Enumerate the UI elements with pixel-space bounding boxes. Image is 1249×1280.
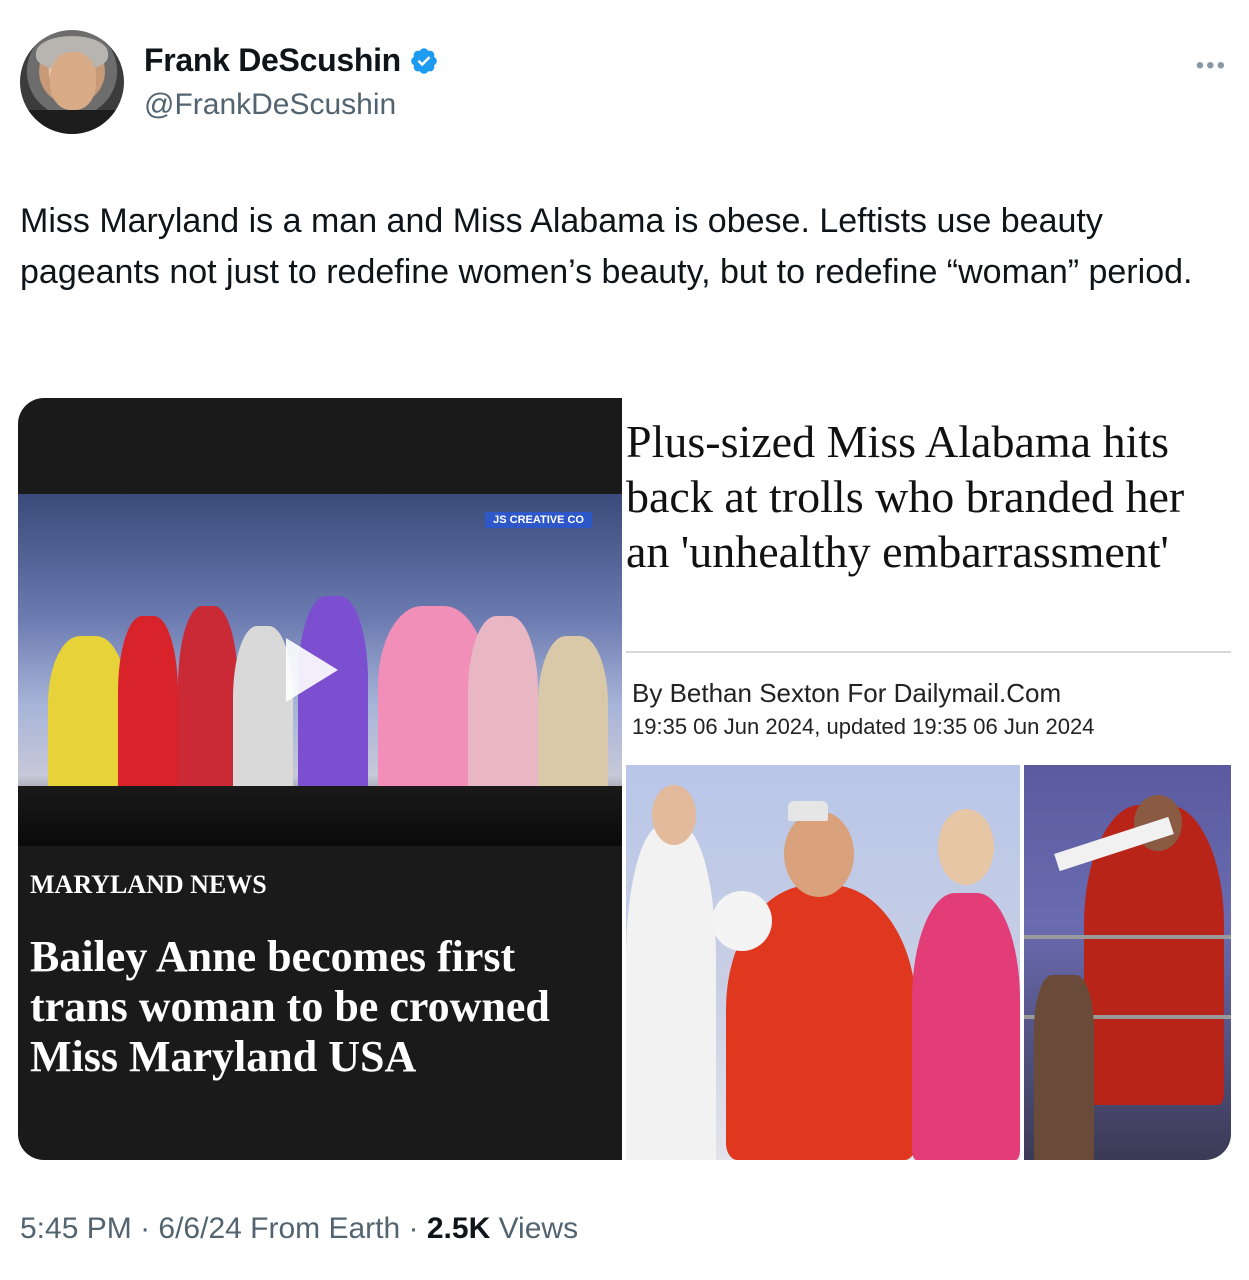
views-count[interactable]: 2.5K bbox=[427, 1212, 490, 1245]
play-video-icon[interactable] bbox=[286, 638, 338, 702]
verified-badge-icon bbox=[411, 47, 437, 74]
left-kicker: MARYLAND NEWS bbox=[30, 870, 267, 899]
article-byline: By Bethan Sexton For Dailymail.Com bbox=[632, 678, 1062, 708]
article-dates: 19:35 06 Jun 2024, updated 19:35 06 Jun … bbox=[632, 714, 1095, 739]
tweet-meta: 5:45 PM · 6/6/24 From Earth · 2.5K Views bbox=[20, 1212, 578, 1246]
more-options-icon[interactable]: ••• bbox=[1196, 52, 1227, 80]
tweet-date[interactable]: 6/6/24 bbox=[158, 1212, 241, 1245]
author-name-row: Frank DeScushin bbox=[144, 42, 439, 79]
article-photo-sash bbox=[1024, 765, 1231, 1160]
tweet-source: From Earth bbox=[241, 1212, 401, 1245]
tweet-media[interactable]: JS CREATIVE CO MARYLAND NEWS Bailey Anne… bbox=[18, 398, 1231, 1160]
media-right-card[interactable]: Plus-sized Miss Alabama hits back at tro… bbox=[622, 398, 1231, 1160]
views-label: Views bbox=[490, 1212, 579, 1245]
left-headline: Bailey Anne becomes first trans woman to… bbox=[30, 932, 550, 1081]
article-photo-crowning bbox=[626, 765, 1020, 1160]
right-headline: Plus-sized Miss Alabama hits back at tro… bbox=[626, 416, 1185, 577]
video-watermark: JS CREATIVE CO bbox=[485, 512, 592, 528]
meta-separator: · bbox=[400, 1212, 427, 1245]
tweet-text: Miss Maryland is a man and Miss Alabama … bbox=[20, 202, 1193, 291]
media-left-card[interactable]: JS CREATIVE CO MARYLAND NEWS Bailey Anne… bbox=[18, 398, 622, 1160]
meta-separator: · bbox=[131, 1212, 159, 1245]
article-divider bbox=[626, 651, 1231, 653]
author-avatar[interactable] bbox=[20, 30, 124, 134]
tweet-time[interactable]: 5:45 PM bbox=[20, 1212, 132, 1245]
author-handle[interactable]: @FrankDeScushin bbox=[144, 88, 396, 122]
pageage-stage-video[interactable]: JS CREATIVE CO bbox=[18, 494, 622, 846]
author-display-name[interactable]: Frank DeScushin bbox=[144, 42, 401, 79]
